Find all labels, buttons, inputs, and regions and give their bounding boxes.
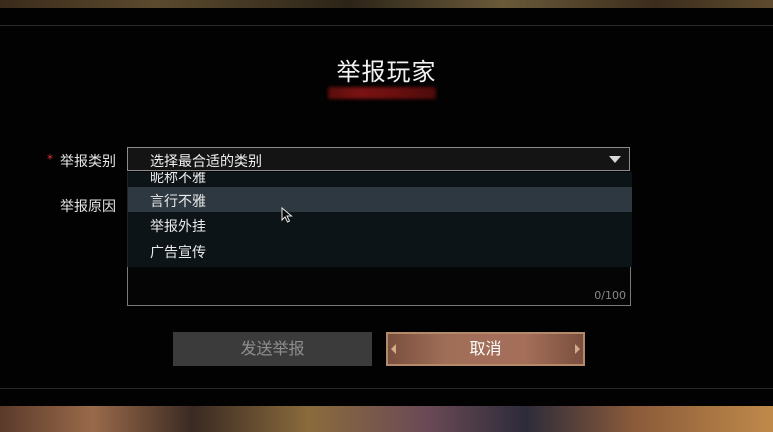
dialog-title: 举报玩家 — [336, 58, 437, 86]
redacted-player-name — [328, 87, 436, 99]
dropdown-option[interactable]: 广告宣传 — [128, 238, 632, 263]
divider-top — [0, 25, 773, 26]
button-notch-left-icon — [391, 344, 396, 354]
cancel-button-label: 取消 — [469, 339, 502, 358]
dropdown-option[interactable]: 举报外挂 — [128, 212, 632, 237]
background-art-top — [0, 0, 773, 8]
dropdown-option[interactable]: 昵称不雅 — [128, 172, 632, 188]
cancel-button[interactable]: 取消 — [386, 332, 585, 366]
background-art-bottom — [0, 406, 773, 432]
category-select-value: 选择最合适的类别 — [150, 154, 262, 170]
button-notch-right-icon — [575, 344, 580, 354]
reason-label: 举报原因 — [60, 199, 116, 215]
dropdown-option-highlighted[interactable]: 言行不雅 — [128, 187, 632, 212]
category-label: 举报类别 — [60, 154, 116, 170]
mouse-cursor-icon — [281, 207, 293, 223]
send-report-button[interactable]: 发送举报 — [173, 332, 372, 366]
chevron-down-icon — [609, 156, 621, 163]
category-select[interactable]: 选择最合适的类别 — [127, 147, 630, 171]
divider-bottom — [0, 388, 773, 389]
char-counter: 0/100 — [594, 289, 626, 302]
category-dropdown-list[interactable]: 昵称不雅 言行不雅 举报外挂 广告宣传 — [127, 172, 632, 267]
required-indicator: * — [47, 152, 53, 166]
